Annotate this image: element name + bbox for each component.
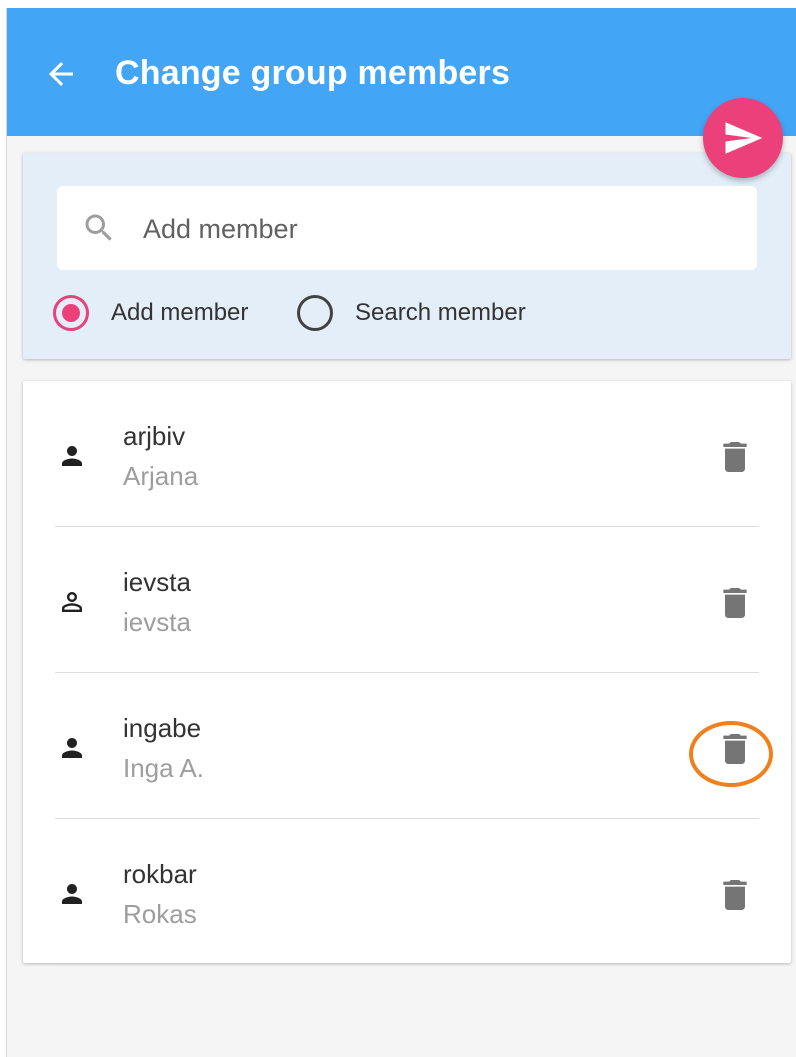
person-icon [62, 884, 82, 904]
list-item[interactable]: ievsta ievsta [23, 527, 791, 673]
member-name: Inga A. [123, 753, 204, 783]
member-name: ievsta [123, 607, 191, 637]
radio-label: Search member [355, 299, 526, 326]
trash-icon [723, 588, 747, 618]
person-outline-icon [62, 592, 82, 612]
member-username: ingabe [123, 713, 202, 743]
back-button[interactable] [41, 54, 81, 94]
member-username: rokbar [123, 859, 197, 889]
delete-member-button[interactable] [709, 723, 761, 775]
list-item[interactable]: ingabe Inga A. [23, 673, 791, 819]
app-window: Change group members Add member Search m… [6, 8, 796, 1057]
delete-member-button[interactable] [709, 431, 761, 483]
delete-member-button[interactable] [709, 869, 761, 921]
member-name: Arjana [123, 461, 199, 491]
app-bar: Change group members [7, 8, 796, 136]
radio-button-unchecked[interactable] [297, 295, 333, 331]
member-username: ievsta [123, 567, 191, 597]
radio-add-member[interactable]: Add member [53, 291, 248, 335]
search-input[interactable] [141, 204, 735, 254]
radio-button-checked[interactable] [53, 295, 89, 331]
trash-icon [723, 880, 747, 910]
search-mode-group: Add member Search member [53, 291, 773, 335]
list-item[interactable]: arjbiv Arjana [23, 381, 791, 527]
member-name: Rokas [123, 899, 197, 929]
search-panel: Add member Search member [23, 153, 791, 359]
trash-icon [723, 734, 747, 764]
delete-member-button[interactable] [709, 577, 761, 629]
member-list: arjbiv Arjana ievsta ievsta ingabe Inga … [23, 381, 791, 965]
trash-icon [723, 442, 747, 472]
send-icon [725, 122, 763, 154]
radio-search-member[interactable]: Search member [297, 291, 526, 335]
person-icon [62, 738, 82, 758]
search-icon [85, 214, 112, 241]
radio-label: Add member [111, 299, 249, 326]
page-title: Change group members [115, 54, 511, 92]
arrow-left-icon [49, 62, 73, 86]
member-username: arjbiv [123, 421, 186, 451]
person-icon [62, 446, 82, 466]
list-item[interactable]: rokbar Rokas [23, 819, 791, 965]
search-box[interactable] [57, 186, 757, 270]
send-button[interactable] [703, 98, 783, 178]
divider [55, 964, 759, 965]
